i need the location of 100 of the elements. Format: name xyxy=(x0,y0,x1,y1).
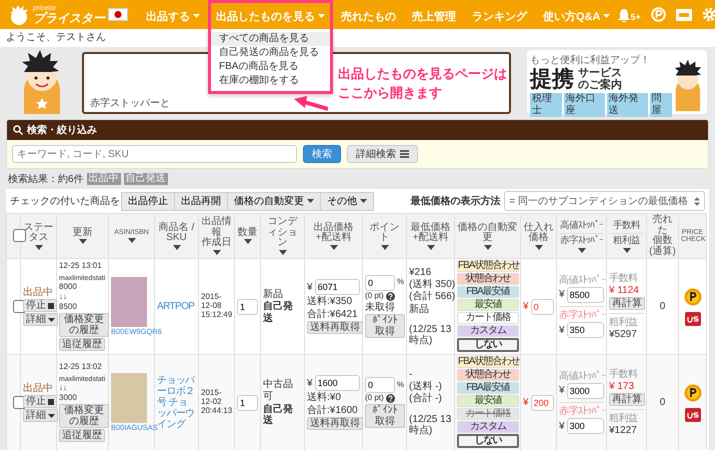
sort-icon[interactable] xyxy=(380,244,388,250)
pricing-option-button[interactable]: しない xyxy=(457,434,519,448)
advanced-search-button[interactable]: 詳細検索 xyxy=(347,145,418,163)
purchase-price-field[interactable]: 200 xyxy=(530,394,554,410)
loss-stopper-field[interactable]: 350 xyxy=(566,322,604,338)
currency-symbol: ¥ xyxy=(559,324,565,336)
pricing-option-button[interactable]: 最安値 xyxy=(457,299,519,311)
detail-button[interactable]: 詳細 xyxy=(23,409,58,422)
action-button[interactable]: その他 xyxy=(320,192,374,210)
pricing-option-button[interactable]: しない xyxy=(457,338,519,352)
pricing-option-button[interactable]: FBA最安値 xyxy=(457,382,519,394)
search-icon xyxy=(13,125,23,135)
pricing-option-button[interactable]: カスタム xyxy=(457,325,519,337)
price-field[interactable]: 1600 xyxy=(314,375,360,392)
column-header: ステータス xyxy=(23,222,54,244)
sort-icon[interactable] xyxy=(212,250,220,255)
fulfillment-text: 自己発送 xyxy=(263,404,294,426)
currency-symbol: ¥ xyxy=(559,385,565,397)
caret-icon xyxy=(318,14,325,18)
purchase-price-field[interactable]: 0 xyxy=(530,298,554,314)
refetch-shipping-button[interactable]: 送料再取得 xyxy=(307,416,363,430)
detail-button[interactable]: 詳細 xyxy=(23,313,58,326)
follow-history-button[interactable]: 追従履歴 xyxy=(59,338,105,352)
action-button[interactable]: 出品再開 xyxy=(174,192,228,210)
refetch-shipping-button[interactable]: 送料再取得 xyxy=(307,320,363,334)
follow-history-button[interactable]: 追従履歴 xyxy=(59,429,105,442)
point-status: 未取得 xyxy=(365,302,395,314)
menu-item[interactable]: 自己発送の商品を見る xyxy=(211,46,330,60)
point-field[interactable]: 0 xyxy=(365,377,395,393)
product-title-link[interactable]: ARTPOP xyxy=(157,300,196,312)
label-icon[interactable] xyxy=(684,312,700,326)
high-stopper-field[interactable]: 3000 xyxy=(566,383,604,399)
action-button[interactable]: 出品停止 xyxy=(121,192,175,210)
column-header: 赤字ｽﾄｯﾊﾟｰ xyxy=(559,234,604,248)
sort-icon[interactable] xyxy=(172,244,180,250)
update-time: 12-25 13:01 xyxy=(59,262,102,271)
quantity-field[interactable]: 1 xyxy=(237,298,258,314)
point-field[interactable]: 0 xyxy=(365,274,395,291)
recalculate-button[interactable]: 再計算 xyxy=(609,393,645,406)
currency-symbol: ¥ xyxy=(559,289,565,301)
sort-icon[interactable] xyxy=(534,244,542,250)
help-icon[interactable] xyxy=(386,292,395,301)
menu-item[interactable]: すべての商品を見る xyxy=(211,32,330,46)
price-timestamp: (12/25 13時点) xyxy=(409,414,452,436)
list-icon xyxy=(400,150,409,158)
fetch-points-button[interactable]: ﾎﾟｲﾝﾄ取得 xyxy=(365,314,405,338)
sort-icon[interactable] xyxy=(278,250,286,255)
caret-icon xyxy=(193,14,200,18)
quantity-field[interactable]: 1 xyxy=(237,394,258,410)
menu-item[interactable]: 在庫の棚卸をする xyxy=(211,74,330,88)
column-header: 仕入れ価格 xyxy=(523,222,554,244)
pricing-option-button[interactable]: 状態合わせ xyxy=(457,273,519,285)
sort-icon[interactable] xyxy=(426,244,434,250)
banner-tag: 海外発送 xyxy=(606,93,648,118)
sort-icon[interactable] xyxy=(484,244,492,250)
sort-icon[interactable] xyxy=(622,248,630,254)
recalculate-button[interactable]: 再計算 xyxy=(609,297,645,310)
sort-icon[interactable] xyxy=(330,244,338,250)
stopper-label: 赤字ｽﾄｯﾊﾟｰ xyxy=(559,406,606,418)
pricing-option-button[interactable]: 最安値 xyxy=(457,395,519,407)
sort-icon[interactable] xyxy=(128,238,136,243)
menu-item[interactable]: FBAの商品を見る xyxy=(211,60,330,74)
column-header: (通算) xyxy=(649,246,676,257)
sort-icon[interactable] xyxy=(578,248,586,254)
label-icon[interactable] xyxy=(684,408,700,422)
lowest-price-text: - xyxy=(409,369,412,380)
checkbox[interactable] xyxy=(13,300,26,313)
pricing-option-button[interactable]: カスタム xyxy=(457,421,519,433)
checkbox[interactable] xyxy=(13,229,26,242)
fee-value: ¥ 173 xyxy=(609,380,634,392)
stop-button[interactable]: 停止 xyxy=(23,395,57,408)
profit-label: 粗利益 xyxy=(609,413,638,424)
stop-button[interactable]: 停止 xyxy=(23,299,57,312)
price-history-button[interactable]: 価格変更の履歴 xyxy=(59,404,109,428)
pricing-option-button[interactable]: カート価格 xyxy=(457,312,519,324)
sort-icon[interactable] xyxy=(244,239,252,244)
profit-value: ¥1227 xyxy=(609,425,637,436)
sort-icon[interactable] xyxy=(34,244,42,250)
pricing-option-button[interactable]: FBA最安値 xyxy=(457,286,519,298)
help-icon[interactable] xyxy=(386,394,395,403)
pricing-option-button[interactable]: 状態合わせ xyxy=(457,369,519,381)
currency-symbol: ¥ xyxy=(559,420,565,432)
sort-icon[interactable] xyxy=(78,239,86,244)
high-stopper-field[interactable]: 8500 xyxy=(566,287,604,303)
stop-icon xyxy=(48,398,54,405)
logo-text: プライスター xyxy=(33,12,105,24)
price-field[interactable]: 6071 xyxy=(314,279,360,296)
coin-icon[interactable] xyxy=(684,384,702,402)
coin-icon[interactable] xyxy=(684,288,702,306)
price-history-button[interactable]: 価格変更の履歴 xyxy=(59,313,109,338)
fetch-points-button[interactable]: ﾎﾟｲﾝﾄ取得 xyxy=(365,404,405,428)
checkbox[interactable] xyxy=(13,396,26,409)
display-method-select[interactable]: = 同一のサブコンディションの最低価格 xyxy=(504,191,705,211)
condition-text: 可 xyxy=(263,391,273,402)
fee-value: ¥ 1124 xyxy=(609,284,639,296)
search-field[interactable]: キーワード, コード, SKU xyxy=(12,145,297,163)
action-button[interactable]: 価格の自動変更 xyxy=(227,192,321,210)
pricing-option-button[interactable]: FBA状態合わせ xyxy=(457,356,519,368)
loss-stopper-field[interactable]: 300 xyxy=(566,418,604,434)
pricing-option-button[interactable]: FBA状態合わせ xyxy=(457,260,519,272)
